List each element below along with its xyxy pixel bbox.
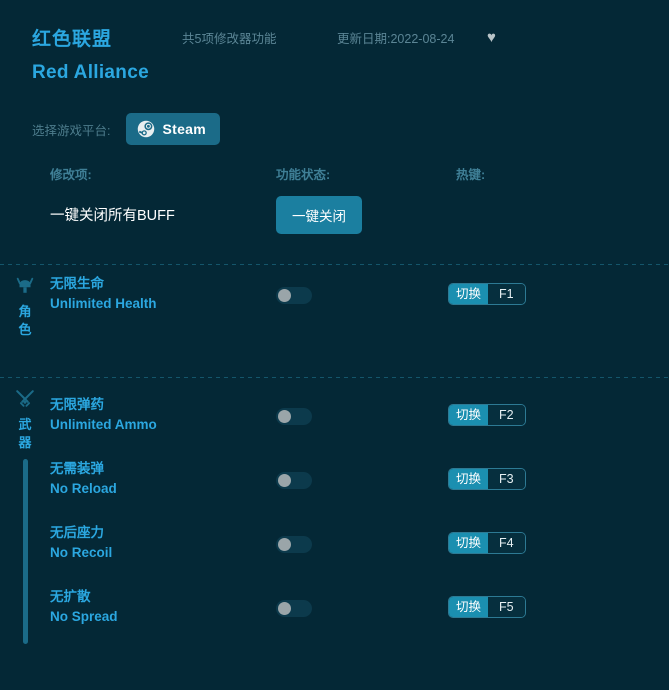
cheat-name-en: No Recoil — [50, 544, 113, 560]
toggle-knob — [278, 289, 291, 302]
toggle-knob — [278, 474, 291, 487]
cheat-names: 无限弹药 Unlimited Ammo — [50, 395, 157, 434]
column-headers: 修改项: 功能状态: 热键: — [0, 164, 669, 196]
toggle-knob — [278, 602, 291, 615]
cheat-hotkey-button[interactable]: 切换 F1 — [448, 283, 526, 305]
cheat-name-en: No Spread — [50, 608, 118, 624]
cheat-name-en: No Reload — [50, 480, 117, 496]
cheat-toggle[interactable] — [276, 600, 312, 617]
cheat-hotkey-button[interactable]: 切换 F2 — [448, 404, 526, 426]
platform-steam-label: Steam — [162, 121, 207, 137]
character-helmet-icon — [16, 277, 34, 293]
update-date-label: 更新日期:2022-08-24 — [337, 31, 455, 46]
hotkey-action-label: 切换 — [449, 284, 489, 304]
cheat-hotkey-button[interactable]: 切换 F3 — [448, 468, 526, 490]
section-weapon-label: 武器 — [18, 417, 32, 450]
toggle-knob — [278, 410, 291, 423]
platform-steam-button[interactable]: Steam — [126, 113, 221, 145]
column-header-hotkey: 热键: — [456, 168, 486, 182]
cheat-name-cn: 无限弹药 — [50, 397, 104, 412]
cheat-toggle[interactable] — [276, 472, 312, 489]
hotkey-key-label: F5 — [488, 597, 525, 617]
section-weapon: 武器 无限弹药 Unlimited Ammo 切换 F2 无需装弹 No Rel… — [0, 378, 669, 650]
cheat-row: 无限弹药 Unlimited Ammo 切换 F2 — [50, 386, 669, 450]
cheat-row: 无需装弹 No Reload 切换 F3 — [50, 450, 669, 514]
cheat-toggle[interactable] — [276, 536, 312, 553]
cheat-toggle[interactable] — [276, 287, 312, 304]
column-header-status: 功能状态: — [276, 168, 331, 182]
section-weapon-rail: 武器 — [0, 378, 50, 645]
hotkey-action-label: 切换 — [449, 405, 489, 425]
cheat-name-cn: 无扩散 — [50, 589, 91, 604]
cheat-row: 无扩散 No Spread 切换 F5 — [50, 578, 669, 642]
onekey-disable-button[interactable]: 一键关闭 — [276, 196, 362, 234]
hotkey-action-label: 切换 — [449, 469, 489, 489]
hotkey-key-label: F3 — [488, 469, 525, 489]
favorite-heart-icon[interactable]: ♥ — [487, 30, 496, 45]
cheat-name-cn: 无后座力 — [50, 525, 104, 540]
hotkey-key-label: F1 — [488, 284, 525, 304]
column-header-modifier: 修改项: — [50, 168, 92, 182]
hotkey-action-label: 切换 — [449, 597, 489, 617]
platform-selector-row: 选择游戏平台: Steam — [0, 108, 669, 150]
hotkey-key-label: F4 — [488, 533, 525, 553]
hotkey-action-label: 切换 — [449, 533, 489, 553]
section-weapon-bar[interactable] — [22, 459, 28, 645]
cheat-hotkey-button[interactable]: 切换 F5 — [448, 596, 526, 618]
cheat-name-en: Unlimited Health — [50, 295, 157, 311]
cheat-name-cn: 无需装弹 — [50, 461, 104, 476]
onekey-disable-row: 一键关闭所有BUFF 一键关闭 — [0, 196, 669, 252]
feature-count-label: 共5项修改器功能 — [182, 31, 277, 46]
cheat-hotkey-button[interactable]: 切换 F4 — [448, 532, 526, 554]
game-title-cn: 红色联盟 — [32, 28, 113, 50]
cheat-row: 无后座力 No Recoil 切换 F4 — [50, 514, 669, 578]
header-top-row: 红色联盟 共5项修改器功能 更新日期:2022-08-24 ♥ — [32, 22, 669, 52]
section-character: 角色 无限生命 Unlimited Health 切换 F1 — [0, 265, 669, 365]
cheat-name-en: Unlimited Ammo — [50, 416, 157, 432]
cheat-names: 无需装弹 No Reload — [50, 459, 117, 498]
cheat-names: 无后座力 No Recoil — [50, 523, 112, 562]
crossed-swords-icon — [16, 390, 34, 407]
section-character-rail: 角色 — [0, 265, 50, 346]
section-character-label: 角色 — [18, 304, 32, 337]
toggle-knob — [278, 538, 291, 551]
page-header: 红色联盟 共5项修改器功能 更新日期:2022-08-24 ♥ Red Alli… — [0, 0, 669, 100]
cheat-name-cn: 无限生命 — [50, 276, 104, 291]
platform-label: 选择游戏平台: — [32, 123, 111, 138]
cheat-names: 无扩散 No Spread — [50, 587, 118, 626]
game-title-en: Red Alliance — [32, 62, 149, 83]
cheat-toggle[interactable] — [276, 408, 312, 425]
hotkey-key-label: F2 — [488, 405, 525, 425]
cheat-names: 无限生命 Unlimited Health — [50, 274, 157, 313]
cheat-row: 无限生命 Unlimited Health 切换 F1 — [50, 265, 669, 329]
onekey-disable-label: 一键关闭所有BUFF — [50, 208, 175, 224]
steam-icon — [138, 120, 155, 138]
